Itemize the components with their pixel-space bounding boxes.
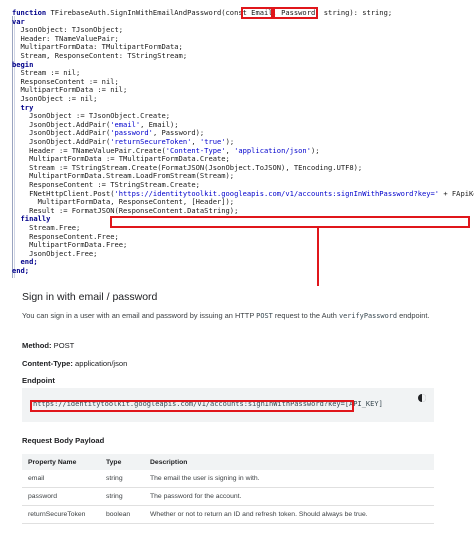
post-url-highlight: [110, 216, 470, 228]
content-type-value: application/json: [72, 359, 128, 368]
doc-title: Sign in with email / password: [22, 291, 158, 303]
doc-text-1: You can sign in a user with an email and…: [22, 311, 257, 320]
cell-description: The email the user is signing in with.: [144, 470, 434, 488]
cell-type: boolean: [100, 505, 144, 524]
payload-table: Property Name Type Description email str…: [22, 454, 434, 524]
header-type: Type: [100, 454, 144, 470]
doc-description: You can sign in a user with an email and…: [22, 311, 434, 321]
code-line: function TFirebaseAuth.SignInWithEmailAn…: [12, 8, 392, 18]
table-row: password string The password for the acc…: [22, 487, 434, 506]
endpoint-url: https://identitytoolkit.googleapis.com/v…: [33, 400, 383, 408]
cell-property: password: [22, 487, 100, 506]
code-token: Email: [251, 8, 273, 17]
endpoint-code-block: https://identitytoolkit.googleapis.com/v…: [22, 388, 434, 422]
method-label: Method:: [22, 341, 52, 350]
api-documentation: Sign in with email / password You can si…: [14, 286, 454, 539]
method-row: Method: POST: [22, 341, 74, 350]
payload-table-header: Property Name Type Description: [22, 454, 434, 470]
code-line: Stream, ResponseContent: TStringStream;: [12, 51, 188, 61]
doc-text-3: endpoint.: [397, 311, 430, 320]
cell-description: The password for the account.: [144, 487, 434, 506]
content-type-label: Content-Type:: [22, 359, 73, 368]
table-row: returnSecureToken boolean Whether or not…: [22, 505, 434, 524]
cell-property: returnSecureToken: [22, 505, 100, 524]
dark-mode-toggle-icon[interactable]: [418, 394, 426, 402]
header-property-name: Property Name: [22, 454, 100, 470]
cell-type: string: [100, 487, 144, 506]
code-token: : string): string;: [315, 8, 393, 17]
content-type-row: Content-Type: application/json: [22, 359, 127, 368]
request-body-heading: Request Body Payload: [22, 436, 105, 445]
code-token: + FApiKey,: [443, 188, 474, 198]
code-token: Password: [281, 8, 316, 17]
table-row: email string The email the user is signi…: [22, 470, 434, 488]
code-token: 'application/json': [234, 145, 311, 155]
doc-text-2: request to the Auth: [272, 311, 339, 320]
verify-password-code: verifyPassword: [338, 312, 398, 320]
endpoint-heading: Endpoint: [22, 376, 55, 385]
code-token: Stream, ResponseContent: TStringStream;: [12, 51, 188, 60]
post-code: POST: [256, 312, 273, 320]
code-token: end;: [12, 266, 30, 275]
cell-property: email: [22, 470, 100, 488]
header-description: Description: [144, 454, 434, 470]
cell-description: Whether or not to return an ID and refre…: [144, 505, 434, 524]
cell-type: string: [100, 470, 144, 488]
code-line: end;: [12, 266, 29, 276]
code-token: TFirebaseAuth.SignInWithEmailAndPassword…: [50, 8, 252, 17]
code-token: );: [310, 145, 320, 155]
method-value: POST: [51, 341, 75, 350]
code-screenshot: function TFirebaseAuth.SignInWithEmailAn…: [6, 2, 474, 285]
code-token: ,: [272, 8, 282, 17]
